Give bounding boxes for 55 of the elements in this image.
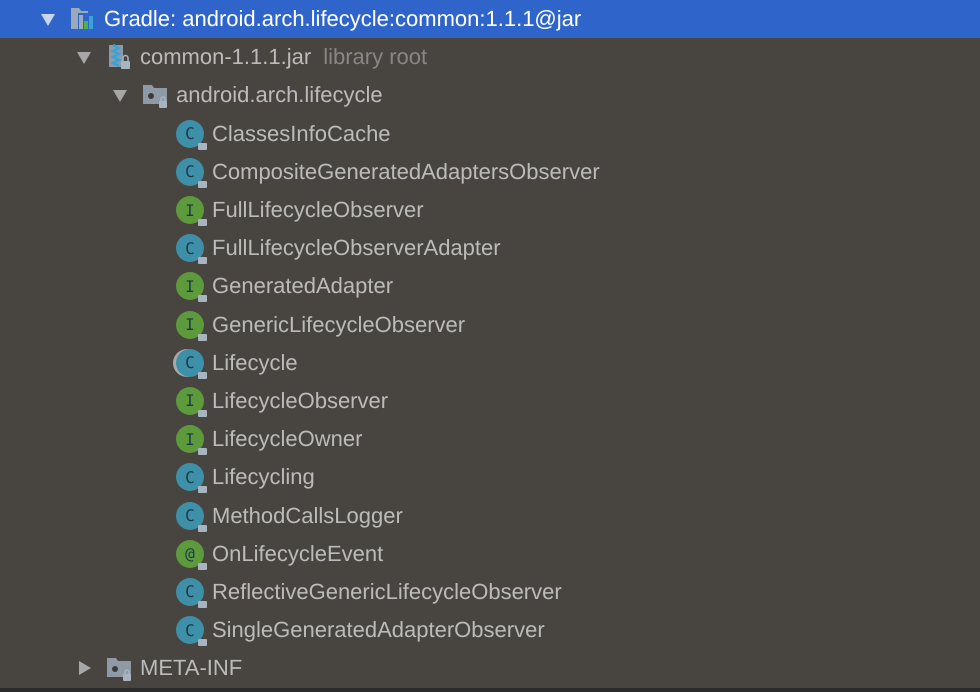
expanded-arrow-icon[interactable] bbox=[76, 49, 92, 66]
class-icon: C bbox=[176, 120, 204, 148]
node-label: Lifecycling bbox=[212, 464, 315, 490]
tree-row[interactable]: C ReflectiveGenericLifecycleObserver bbox=[0, 572, 980, 611]
expanded-arrow-icon[interactable] bbox=[40, 11, 56, 28]
interface-icon: I bbox=[176, 196, 204, 224]
node-label: FullLifecycleObserverAdapter bbox=[212, 235, 501, 262]
node-label: OnLifecycleEvent bbox=[212, 540, 384, 567]
node-label: GenericLifecycleObserver bbox=[212, 312, 466, 338]
interface-icon: I bbox=[176, 310, 204, 339]
node-label: Gradle: android.arch.lifecycle:common:1.1.1@jar bbox=[104, 6, 582, 32]
tree-row[interactable]: I GenericLifecycleObserver bbox=[0, 306, 980, 344]
tree-row[interactable]: I GeneratedAdapter bbox=[0, 267, 980, 306]
collapsed-arrow-icon[interactable] bbox=[76, 660, 92, 676]
node-label: SingleGeneratedAdapterObserver bbox=[212, 617, 545, 644]
tree-row[interactable]: C SingleGeneratedAdapterObserver bbox=[0, 611, 980, 650]
interface-icon: I bbox=[176, 425, 204, 454]
tree-row[interactable]: Gradle: android.arch.lifecycle:common:1.1.1@jar bbox=[0, 0, 980, 38]
node-label: MethodCallsLogger bbox=[212, 502, 403, 529]
node-label: Lifecycle bbox=[212, 350, 298, 376]
tree-row[interactable]: I LifecycleObserver bbox=[0, 382, 980, 420]
interface-icon: I bbox=[176, 272, 204, 300]
node-label: android.arch.lifecycle bbox=[176, 82, 383, 108]
tree-row[interactable]: @ OnLifecycleEvent bbox=[0, 534, 980, 573]
tree-row[interactable]: C CompositeGeneratedAdaptersObserver bbox=[0, 152, 980, 191]
node-label: GeneratedAdapter bbox=[212, 273, 394, 300]
class-icon: C bbox=[176, 578, 204, 606]
tree-row[interactable]: C Lifecycling bbox=[0, 458, 980, 496]
class-icon: C bbox=[176, 616, 204, 644]
tree-row[interactable]: C MethodCallsLogger bbox=[0, 496, 980, 535]
node-label: common-1.1.1.jar bbox=[140, 44, 312, 70]
node-label: LifecycleOwner bbox=[212, 426, 362, 452]
node-label: FullLifecycleObserver bbox=[212, 197, 424, 224]
class-icon: C bbox=[176, 158, 204, 186]
tree-row[interactable]: common-1.1.1.jar library root bbox=[0, 38, 980, 76]
tree-row[interactable]: C Lifecycle bbox=[0, 344, 980, 382]
expanded-arrow-icon[interactable] bbox=[112, 87, 128, 104]
tree-row[interactable]: android.arch.lifecycle bbox=[0, 76, 980, 115]
node-label: ReflectiveGenericLifecycleObserver bbox=[212, 578, 562, 605]
node-note: library root bbox=[323, 44, 428, 70]
class-icon: C bbox=[176, 348, 204, 377]
annotation-icon: @ bbox=[176, 540, 204, 568]
tree-row[interactable]: META-INF bbox=[0, 649, 980, 688]
tree-row[interactable]: C ClassesInfoCache bbox=[0, 114, 980, 153]
class-icon: C bbox=[176, 234, 204, 262]
node-label: LifecycleObserver bbox=[212, 388, 388, 414]
tree-row[interactable]: C FullLifecycleObserverAdapter bbox=[0, 229, 980, 268]
tree-row[interactable]: I LifecycleOwner bbox=[0, 420, 980, 458]
interface-icon: I bbox=[176, 386, 204, 415]
class-icon: C bbox=[176, 502, 204, 530]
class-icon: C bbox=[176, 463, 204, 492]
node-label: ClassesInfoCache bbox=[212, 120, 391, 147]
node-label: META-INF bbox=[140, 655, 242, 682]
node-label: CompositeGeneratedAdaptersObserver bbox=[212, 158, 600, 185]
tree-row[interactable]: I FullLifecycleObserver bbox=[0, 190, 980, 230]
